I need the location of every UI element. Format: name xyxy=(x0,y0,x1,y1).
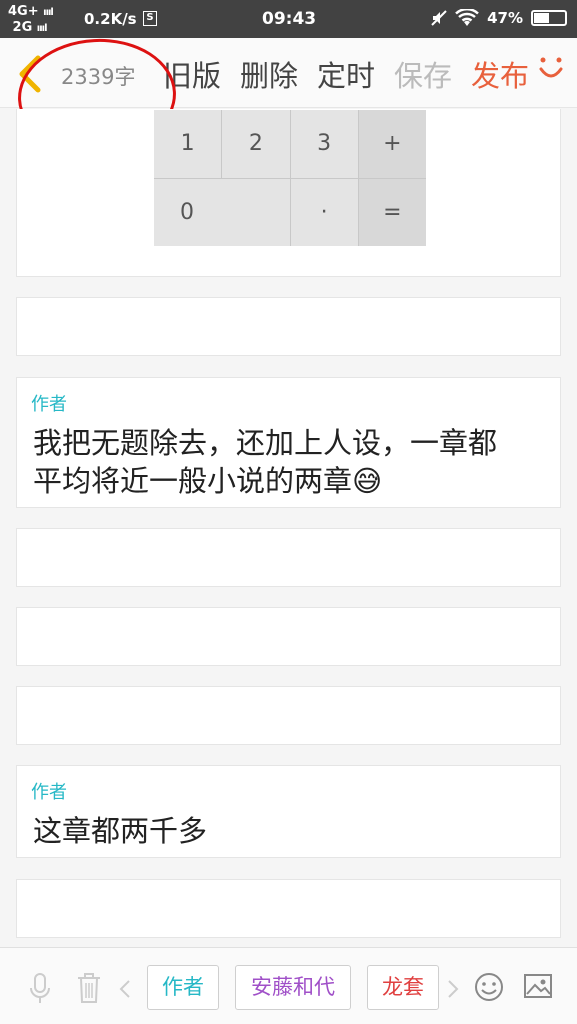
tag-label: 安藤和代 xyxy=(251,975,335,999)
comment-text-line: 平均将近一般小说的两章😅 xyxy=(33,464,383,498)
empty-paragraph[interactable] xyxy=(16,686,561,745)
author-label: 作者 xyxy=(31,782,67,803)
image-card[interactable]: 1 2 3 + 0 · = xyxy=(16,109,561,277)
calc-key-plus: + xyxy=(358,110,426,178)
calculator-image: 1 2 3 + 0 · = xyxy=(154,110,426,246)
battery-icon xyxy=(531,10,567,26)
comment-text-line: 我把无题除去，还加上人设，一章都 xyxy=(33,426,498,460)
image-icon[interactable] xyxy=(523,972,553,1000)
author-comment[interactable]: 作者 我把无题除去，还加上人设，一章都 平均将近一般小说的两章😅 xyxy=(16,377,561,508)
empty-paragraph[interactable] xyxy=(16,297,561,356)
chevron-right-icon[interactable] xyxy=(446,979,460,999)
status-bar: 4G+ ıııl 2G ıııl 0.2K/s S 09:43 47% xyxy=(0,0,577,38)
tag-extra[interactable]: 龙套 xyxy=(367,965,439,1010)
calc-key-2: 2 xyxy=(222,110,290,178)
tag-label: 作者 xyxy=(162,975,204,999)
author-comment[interactable]: 作者 这章都两千多 xyxy=(16,765,561,858)
comment-text-line: 这章都两千多 xyxy=(33,814,208,848)
tag-author[interactable]: 作者 xyxy=(147,965,219,1010)
emoji-icon[interactable] xyxy=(474,972,504,1002)
network-indicator: 4G+ ıııl 2G ıııl xyxy=(8,4,54,35)
empty-paragraph[interactable] xyxy=(16,879,561,938)
empty-paragraph[interactable] xyxy=(16,607,561,666)
battery-percent: 47% xyxy=(487,9,523,27)
word-count: 2339字 xyxy=(61,65,136,89)
editor-toolbar: 2339字 旧版 删除 定时 保存 发布 xyxy=(0,38,577,108)
calc-key-1: 1 xyxy=(154,110,222,178)
trash-icon[interactable] xyxy=(76,972,102,1004)
calc-key-dot: · xyxy=(290,178,358,246)
mute-icon xyxy=(431,10,447,26)
calc-key-3: 3 xyxy=(290,110,358,178)
empty-paragraph[interactable] xyxy=(16,528,561,587)
back-chevron-icon[interactable] xyxy=(16,54,46,94)
tag-label: 龙套 xyxy=(382,975,424,999)
chevron-left-icon[interactable] xyxy=(118,979,132,999)
wifi-icon xyxy=(455,9,479,26)
old-version-button[interactable]: 旧版 xyxy=(163,53,221,95)
s-badge-icon: S xyxy=(143,11,157,26)
tag-character[interactable]: 安藤和代 xyxy=(235,965,351,1010)
bottom-toolbar: 作者 安藤和代 龙套 xyxy=(0,947,577,1024)
calc-key-equals: = xyxy=(358,178,426,246)
save-button[interactable]: 保存 xyxy=(394,53,452,95)
schedule-button[interactable]: 定时 xyxy=(317,53,375,95)
delete-button[interactable]: 删除 xyxy=(240,53,298,95)
clock: 09:43 xyxy=(262,9,317,29)
author-label: 作者 xyxy=(31,394,67,415)
calc-key-0: 0 xyxy=(154,178,290,246)
microphone-icon[interactable] xyxy=(28,972,52,1006)
publish-button[interactable]: 发布 xyxy=(471,53,529,95)
smiley-icon[interactable] xyxy=(537,55,565,83)
editor-content[interactable]: 1 2 3 + 0 · = 作者 我把无题除去，还加上人设，一章都 平均将近一般… xyxy=(0,109,577,947)
network-speed: 0.2K/s xyxy=(84,10,137,28)
